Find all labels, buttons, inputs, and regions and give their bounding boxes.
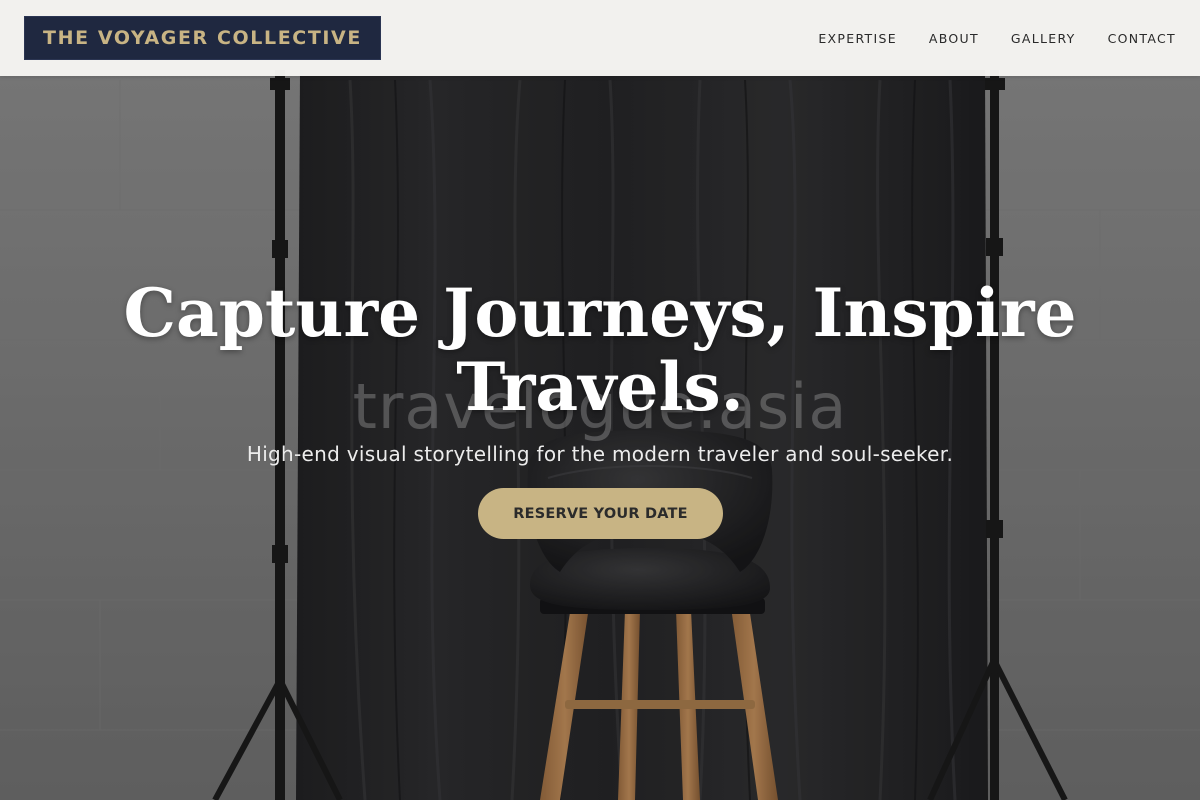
nav-link-contact[interactable]: CONTACT	[1108, 31, 1176, 46]
site-logo[interactable]: THE VOYAGER COLLECTIVE	[24, 16, 381, 60]
hero-title-line-1: Capture Journeys, Inspire	[123, 274, 1077, 352]
nav-link-gallery[interactable]: GALLERY	[1011, 31, 1076, 46]
nav-link-expertise[interactable]: EXPERTISE	[818, 31, 897, 46]
reserve-date-button[interactable]: RESERVE YOUR DATE	[478, 488, 723, 539]
site-header: THE VOYAGER COLLECTIVE EXPERTISE ABOUT G…	[0, 0, 1200, 76]
hero-subtitle: High-end visual storytelling for the mod…	[246, 442, 954, 466]
brand-name: THE VOYAGER COLLECTIVE	[43, 27, 362, 49]
hero-title: Capture Journeys, Inspire Travels.	[0, 276, 1200, 424]
main-nav: EXPERTISE ABOUT GALLERY CONTACT	[818, 0, 1176, 76]
nav-link-about[interactable]: ABOUT	[929, 31, 979, 46]
hero-title-line-2: Travels.	[456, 348, 744, 426]
